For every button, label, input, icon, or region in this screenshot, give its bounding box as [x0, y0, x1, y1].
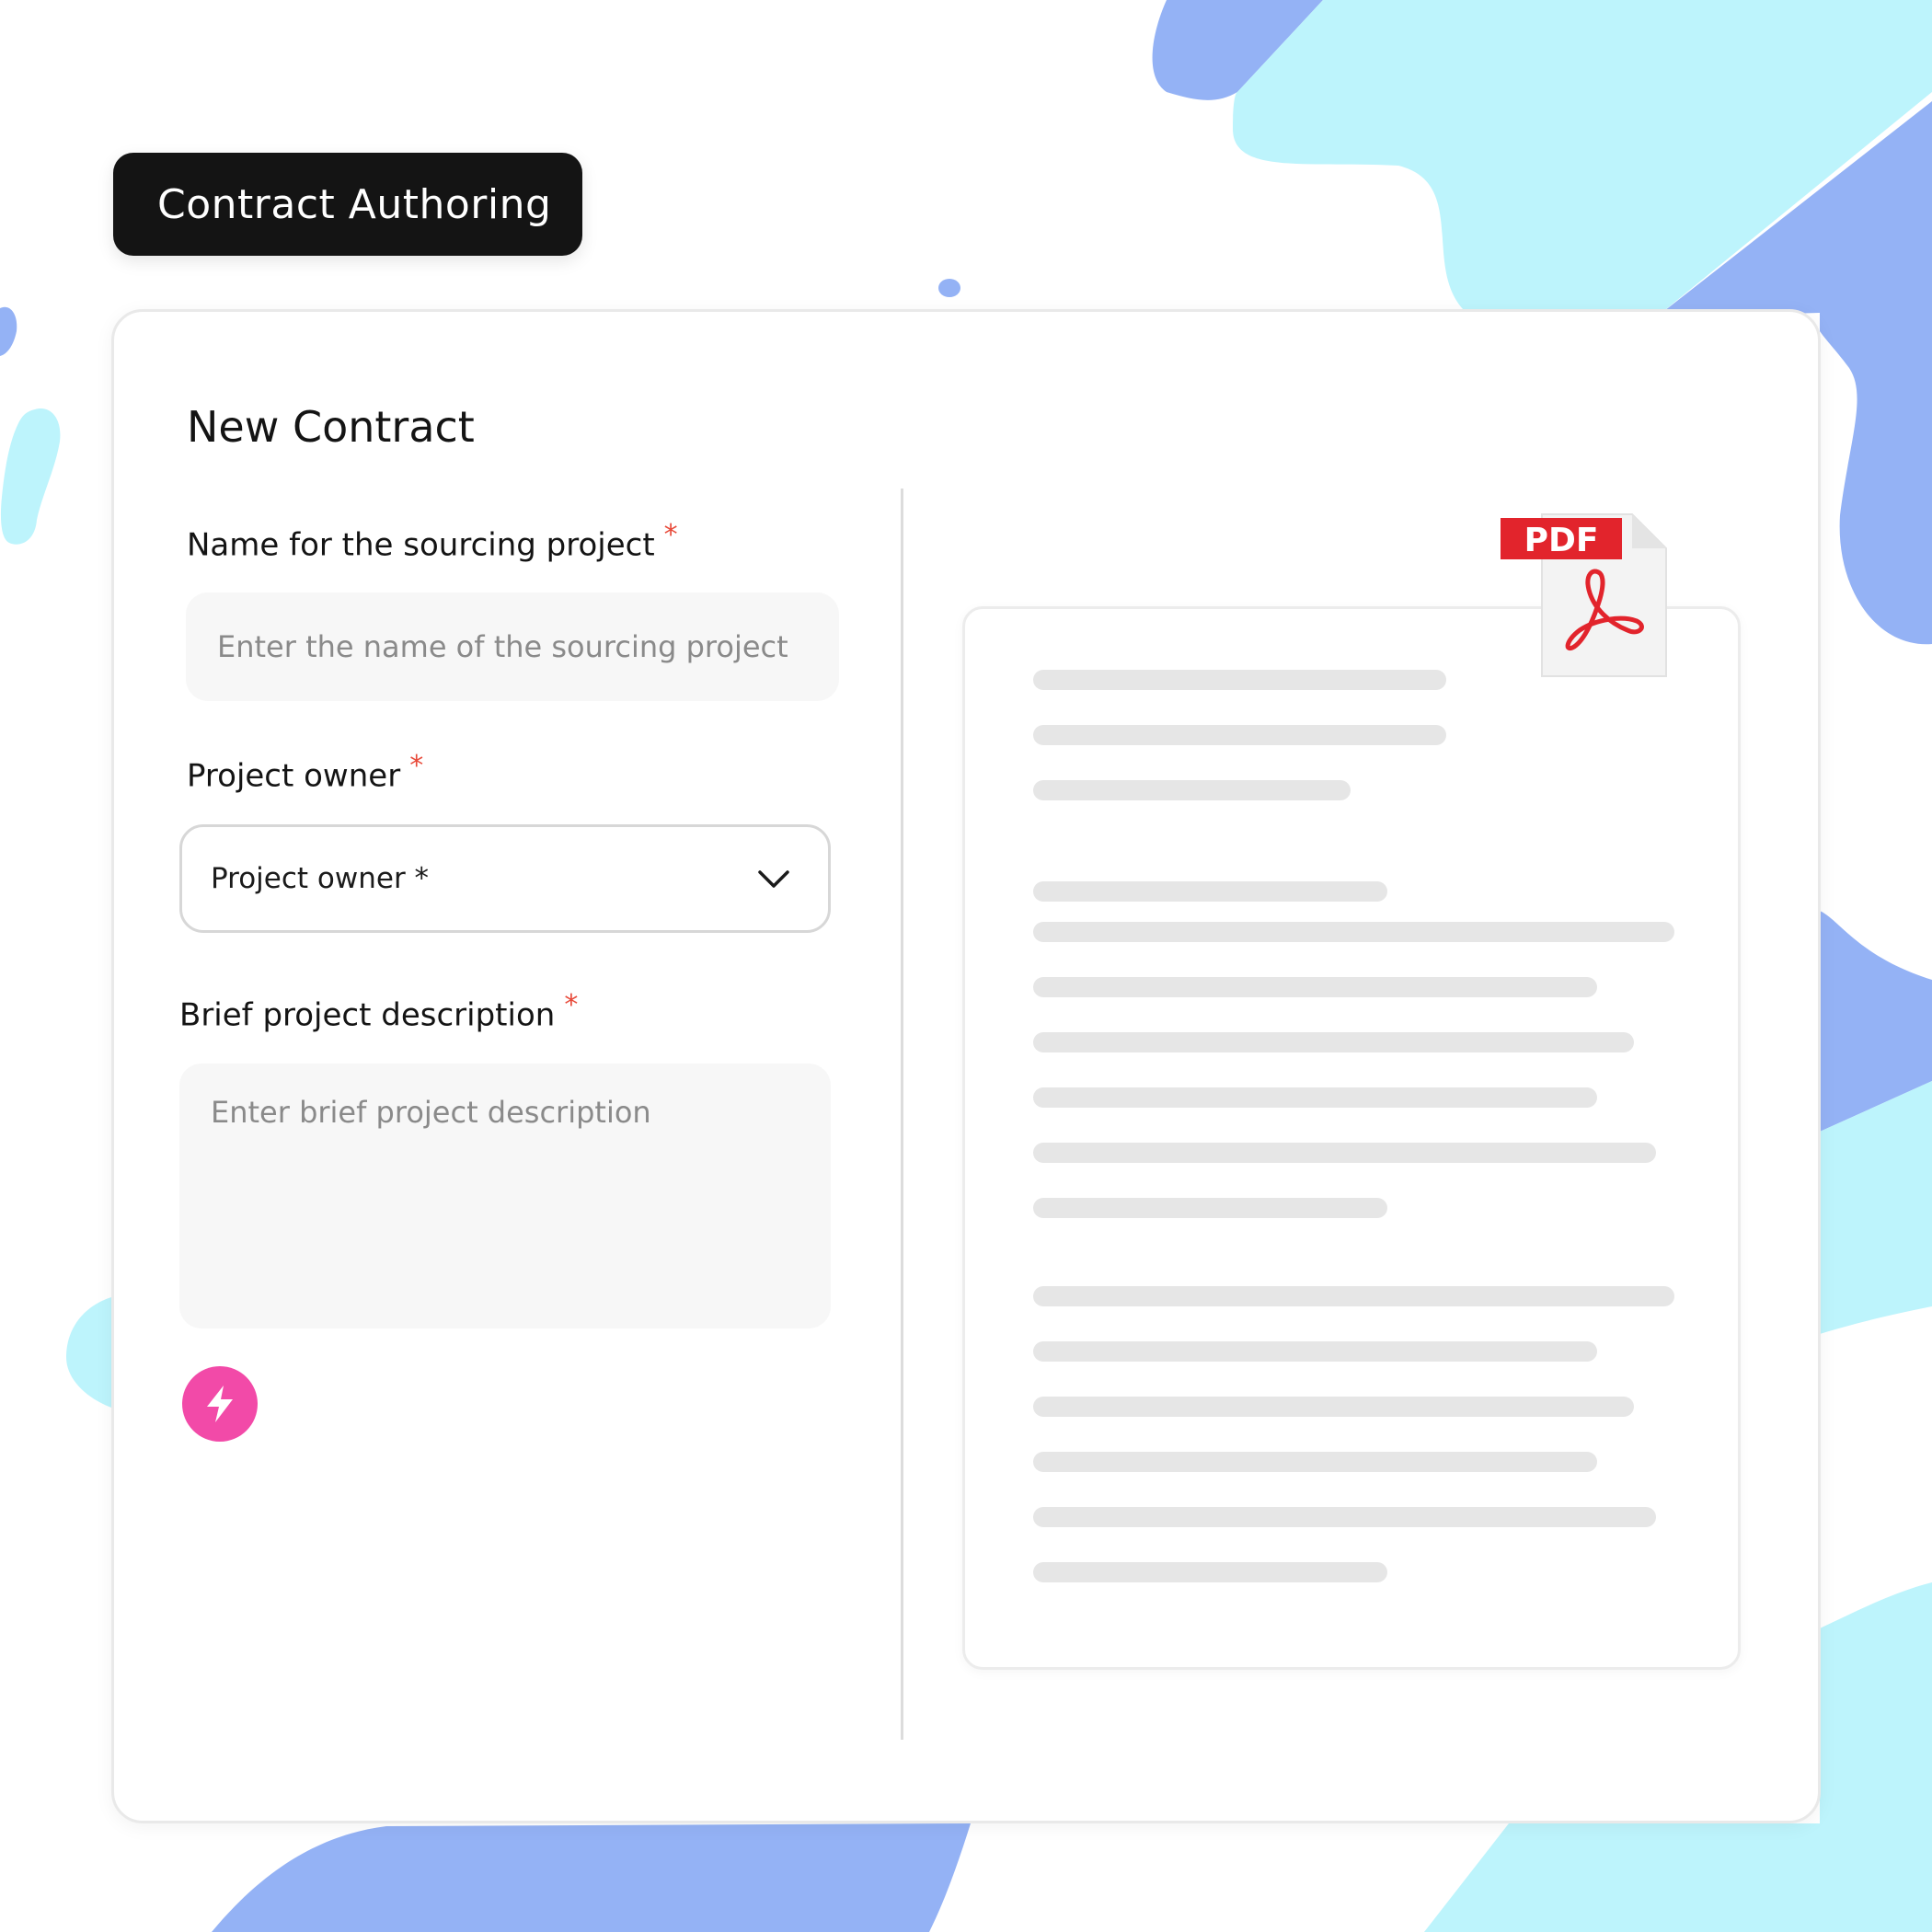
text-placeholder-line [1033, 977, 1597, 997]
required-mark: * [409, 750, 424, 782]
text-placeholder-line [1033, 1397, 1634, 1417]
app-title-badge: Contract Authoring [113, 153, 582, 256]
text-placeholder-line [1033, 1286, 1674, 1306]
description-label-text: Brief project description [179, 996, 556, 1034]
text-placeholder-line [1033, 881, 1387, 902]
required-mark: * [663, 519, 678, 551]
text-placeholder-line [1033, 1507, 1656, 1527]
blob-cyan-left-top [0, 408, 61, 545]
description-textarea[interactable]: Enter brief project description [179, 1064, 831, 1328]
app-title: Contract Authoring [157, 180, 552, 228]
description-placeholder: Enter brief project description [211, 1095, 651, 1130]
new-contract-card: New Contract Name for the sourcing proje… [111, 309, 1821, 1823]
description-label: Brief project description * [179, 989, 578, 1033]
project-name-label: Name for the sourcing project * [187, 519, 678, 563]
text-placeholder-line [1033, 1032, 1634, 1052]
project-owner-value: Project owner * [211, 862, 430, 895]
project-name-label-text: Name for the sourcing project [187, 526, 655, 564]
pdf-label: PDF [1524, 522, 1599, 559]
document-preview [962, 606, 1741, 1670]
text-placeholder-line [1033, 670, 1446, 690]
project-name-input[interactable]: Enter the name of the sourcing project [186, 592, 839, 701]
text-placeholder-line [1033, 1341, 1597, 1362]
text-placeholder-line [1033, 1087, 1597, 1108]
lightning-bolt-icon [207, 1386, 233, 1422]
project-owner-select[interactable]: Project owner * [179, 824, 831, 933]
text-placeholder-line [1033, 725, 1446, 745]
adobe-pdf-icon: PDF [1501, 513, 1667, 677]
text-placeholder-line [1033, 1562, 1387, 1582]
dot-blue [938, 279, 960, 297]
chevron-down-icon [758, 870, 789, 888]
project-name-placeholder: Enter the name of the sourcing project [217, 629, 788, 664]
ai-generate-button[interactable] [182, 1366, 258, 1442]
blob-blue-left-edge [0, 306, 17, 356]
text-placeholder-line [1033, 1198, 1387, 1218]
blob-cyan-left [66, 1297, 111, 1408]
column-divider [901, 489, 903, 1740]
text-placeholder-line [1033, 1452, 1597, 1472]
project-owner-label-text: Project owner [187, 757, 401, 795]
text-placeholder-line [1033, 922, 1674, 942]
form-title: New Contract [187, 402, 475, 452]
project-owner-label: Project owner * [187, 750, 423, 794]
text-placeholder-line [1033, 780, 1351, 800]
text-placeholder-line [1033, 1143, 1656, 1163]
required-mark: * [564, 989, 579, 1021]
blob-blue-bottom [212, 1823, 971, 1932]
